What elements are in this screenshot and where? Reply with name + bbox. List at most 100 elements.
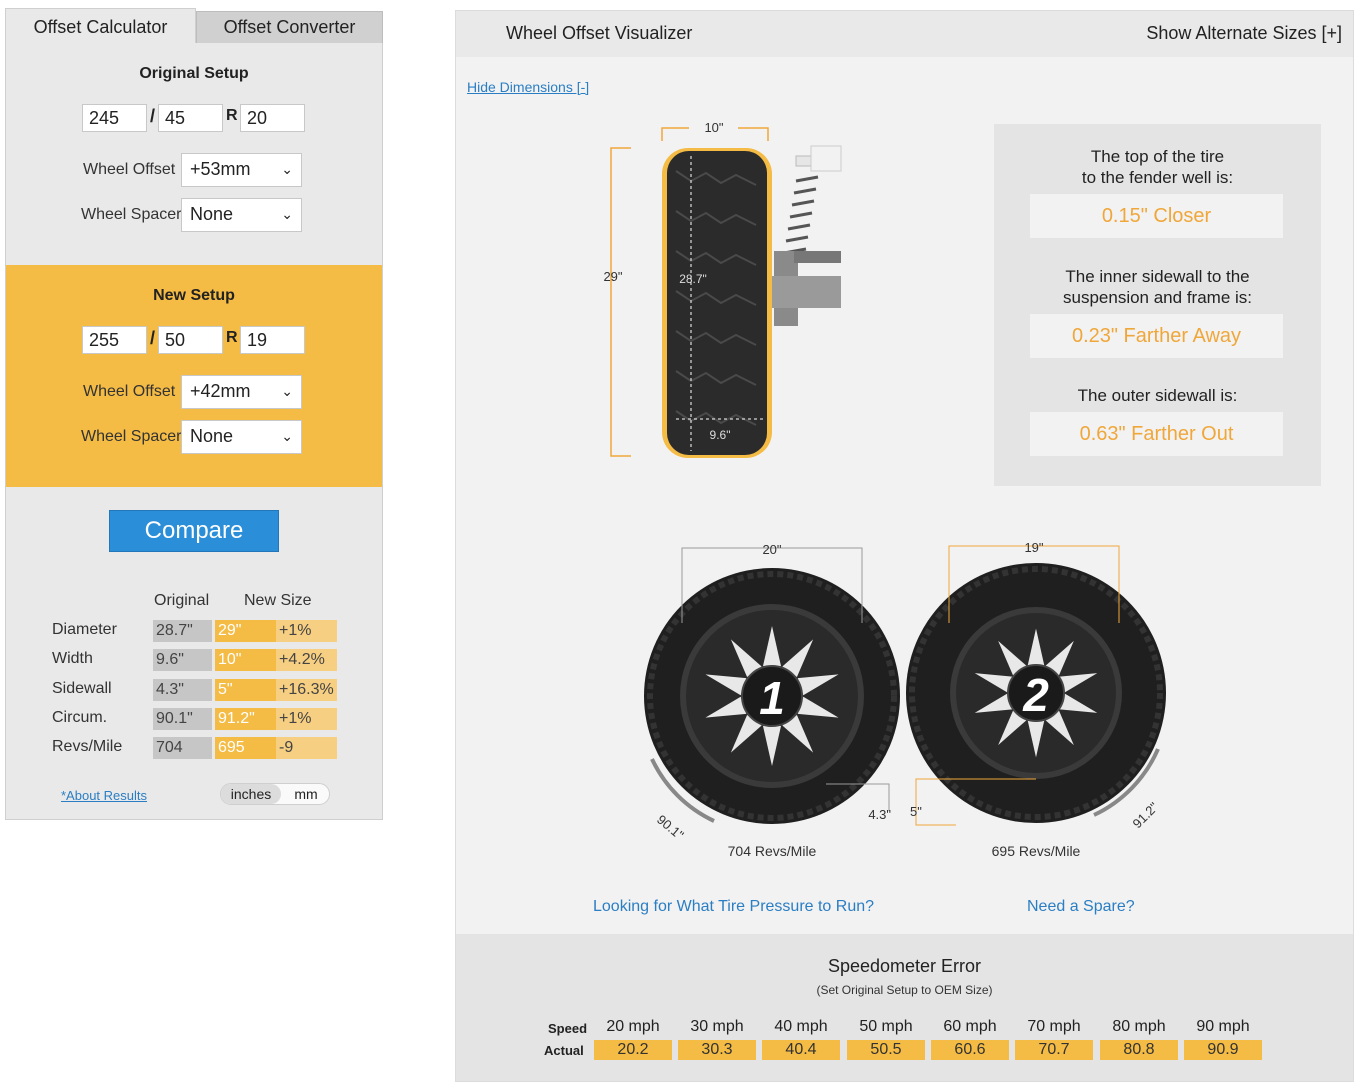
size-slash: / <box>150 106 156 126</box>
results-row-label: Sidewall <box>52 680 112 697</box>
results-diff-value: +1% <box>276 620 337 642</box>
about-results-link[interactable]: *About Results <box>61 788 147 803</box>
outer-sidewall-value: 0.63" Farther Out <box>1030 412 1283 456</box>
new-width-input[interactable]: 255 <box>82 326 147 354</box>
results-diff-value: +4.2% <box>276 649 337 671</box>
results-diff-value: +1% <box>276 708 337 730</box>
need-spare-link[interactable]: Need a Spare? <box>1027 898 1135 916</box>
wheel-offset-visualizer: Wheel Offset Visualizer Show Alternate S… <box>455 10 1354 1082</box>
actual-speed-value: 50.5 <box>847 1040 925 1060</box>
actual-speed-value: 60.6 <box>931 1040 1009 1060</box>
inner-sidewall-value: 0.23" Farther Away <box>1030 314 1283 358</box>
wheel-1-rim-dimension: 20" <box>762 542 781 557</box>
hide-dimensions-link[interactable]: Hide Dimensions [-] <box>467 79 589 95</box>
actual-speed-value: 20.2 <box>594 1040 672 1060</box>
actual-speed-value: 90.9 <box>1184 1040 1262 1060</box>
wheel-2-number: 2 <box>1022 669 1049 721</box>
offset-calculator-panel: Offset Calculator Offset Converter Origi… <box>5 8 383 820</box>
results-original-value: 28.7" <box>153 620 212 642</box>
results-new-value: 91.2" <box>215 708 276 730</box>
speed-value: 60 mph <box>943 1018 997 1035</box>
wheel-2-rim-dimension: 19" <box>1024 540 1043 555</box>
original-offset-label: Wheel Offset <box>83 161 176 178</box>
actual-speed-value: 40.4 <box>762 1040 840 1060</box>
outer-sidewall-text: The outer sidewall is: <box>1077 386 1238 405</box>
speedometer-subtitle: (Set Original Setup to OEM Size) <box>816 983 993 997</box>
original-rim-input[interactable]: 20 <box>240 104 305 132</box>
tire-side-illustration <box>662 148 772 458</box>
wheel-1-circumference: 90.1" <box>654 812 687 843</box>
size-r: R <box>226 329 238 346</box>
speed-value: 50 mph <box>859 1018 913 1035</box>
actual-speed-value: 30.3 <box>678 1040 756 1060</box>
original-setup-title: Original Setup <box>139 65 249 82</box>
results-col-original: Original <box>154 592 210 609</box>
chevron-down-icon: ⌄ <box>281 383 293 399</box>
new-setup-section: New Setup 255 / 50 R 19 Wheel Offset +42… <box>6 265 382 487</box>
chevron-down-icon: ⌄ <box>281 206 293 222</box>
results-row-label: Diameter <box>52 621 117 638</box>
original-width-input[interactable]: 245 <box>82 104 147 132</box>
actual-row-label: Actual <box>544 1043 584 1058</box>
speed-value: 20 mph <box>606 1018 660 1035</box>
original-aspect-input[interactable]: 45 <box>158 104 223 132</box>
new-rim-input[interactable]: 19 <box>240 326 305 354</box>
results-original-value: 9.6" <box>153 649 212 671</box>
inner-sidewall-text-line1: The inner sidewall to the <box>1065 267 1250 286</box>
tire-side-profile: 10" 29" 28.7" 9.6" <box>603 120 842 458</box>
chevron-down-icon: ⌄ <box>281 428 293 444</box>
actual-speed-value: 70.7 <box>1015 1040 1093 1060</box>
unit-mm-option[interactable]: mm <box>283 784 329 804</box>
new-aspect-input[interactable]: 50 <box>158 326 223 354</box>
fender-value: 0.15" Closer <box>1030 194 1283 238</box>
calculator-form: Original Setup 245 / 45 R 20 Wheel Offse… <box>5 43 383 820</box>
speed-value: 30 mph <box>690 1018 744 1035</box>
results-original-value: 90.1" <box>153 708 212 730</box>
tire-width-dimension: 10" <box>704 120 723 135</box>
results-original-value: 704 <box>153 737 212 759</box>
original-spacer-value: None <box>190 204 234 224</box>
wheel-1-sidewall-dimension: 4.3" <box>868 807 891 822</box>
speed-value: 90 mph <box>1196 1018 1250 1035</box>
new-spacer-label: Wheel Spacer <box>81 428 182 445</box>
speed-value: 80 mph <box>1112 1018 1166 1035</box>
inner-sidewall-text-line2: suspension and frame is: <box>1063 288 1252 307</box>
show-alternate-sizes-link[interactable]: Show Alternate Sizes [+] <box>1146 23 1342 44</box>
wheel-2-circumference: 91.2" <box>1130 799 1162 831</box>
original-offset-value: +53mm <box>190 159 251 179</box>
results-col-new: New Size <box>244 592 312 609</box>
speedometer-title: Speedometer Error <box>827 956 982 976</box>
wheel-2-revs-per-mile: 695 Revs/Mile <box>992 843 1081 859</box>
wheel-1-number: 1 <box>759 672 785 724</box>
results-original-value: 4.3" <box>153 679 212 701</box>
new-setup-title: New Setup <box>153 287 235 304</box>
tire-pressure-link[interactable]: Looking for What Tire Pressure to Run? <box>593 898 874 916</box>
results-row-label: Circum. <box>52 709 108 726</box>
tab-offset-converter[interactable]: Offset Converter <box>196 11 383 44</box>
actual-speed-value: 80.8 <box>1100 1040 1178 1060</box>
results-diff-value: +16.3% <box>276 679 337 701</box>
results-new-value: 29" <box>215 620 276 642</box>
compare-button[interactable]: Compare <box>109 510 279 552</box>
comparison-info-box: The top of the tire to the fender well i… <box>994 124 1321 486</box>
unit-inches-option[interactable]: inches <box>221 784 281 804</box>
chevron-down-icon: ⌄ <box>281 161 293 177</box>
original-spacer-select[interactable]: None ⌄ <box>181 198 302 232</box>
speed-row-label: Speed <box>548 1021 588 1036</box>
new-offset-select[interactable]: +42mm ⌄ <box>181 375 302 409</box>
wheel-1-revs-per-mile: 704 Revs/Mile <box>728 843 817 859</box>
size-slash: / <box>150 328 156 348</box>
fender-text-line2: to the fender well is: <box>1081 168 1234 187</box>
visualizer-title: Wheel Offset Visualizer <box>506 23 693 43</box>
tire-inner-height-dimension: 28.7" <box>679 272 707 286</box>
tab-offset-calculator[interactable]: Offset Calculator <box>5 8 196 46</box>
results-row-label: Revs/Mile <box>52 738 123 755</box>
new-spacer-select[interactable]: None ⌄ <box>181 420 302 454</box>
speed-value: 40 mph <box>774 1018 828 1035</box>
speedometer-error-section: Speedometer Error (Set Original Setup to… <box>456 934 1353 1081</box>
size-r: R <box>226 107 238 124</box>
original-offset-select[interactable]: +53mm ⌄ <box>181 153 302 187</box>
tire-height-dimension: 29" <box>603 269 622 284</box>
unit-toggle: inches mm <box>220 783 330 805</box>
visualizer-header: Wheel Offset Visualizer Show Alternate S… <box>456 11 1353 57</box>
